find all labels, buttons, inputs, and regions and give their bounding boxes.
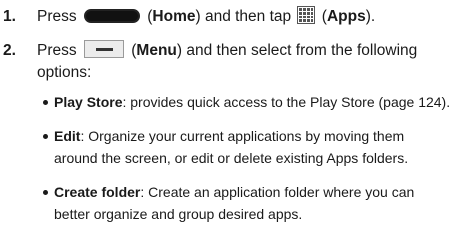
bullet-create-folder: Create folder: Create an application fol…	[43, 184, 414, 200]
home-button-icon	[83, 9, 140, 23]
step-1-text: Press (Home) and then tap (Apps).	[37, 6, 375, 26]
menu-label: Menu	[136, 42, 177, 60]
step-number: 1.	[3, 8, 16, 25]
bullet-icon	[43, 99, 48, 105]
step-number: 2.	[3, 42, 16, 59]
home-label: Home	[152, 8, 196, 26]
step-2-text: Press (Menu) and then select from the fo…	[37, 40, 417, 60]
bullet-edit: Edit: Organize your current applications…	[43, 128, 404, 144]
step-2-text-continued: options:	[37, 64, 92, 81]
bullet-icon	[43, 133, 48, 139]
bullet-edit-continued: around the screen, or edit or delete exi…	[54, 150, 409, 166]
bullet-play-store: Play Store: provides quick access to the…	[43, 94, 450, 110]
apps-label: Apps	[326, 8, 366, 26]
menu-button-icon	[83, 40, 124, 58]
bullet-icon	[43, 189, 48, 195]
apps-grid-icon	[297, 6, 316, 24]
bullet-create-folder-continued: better organize and group desired apps.	[54, 206, 303, 222]
